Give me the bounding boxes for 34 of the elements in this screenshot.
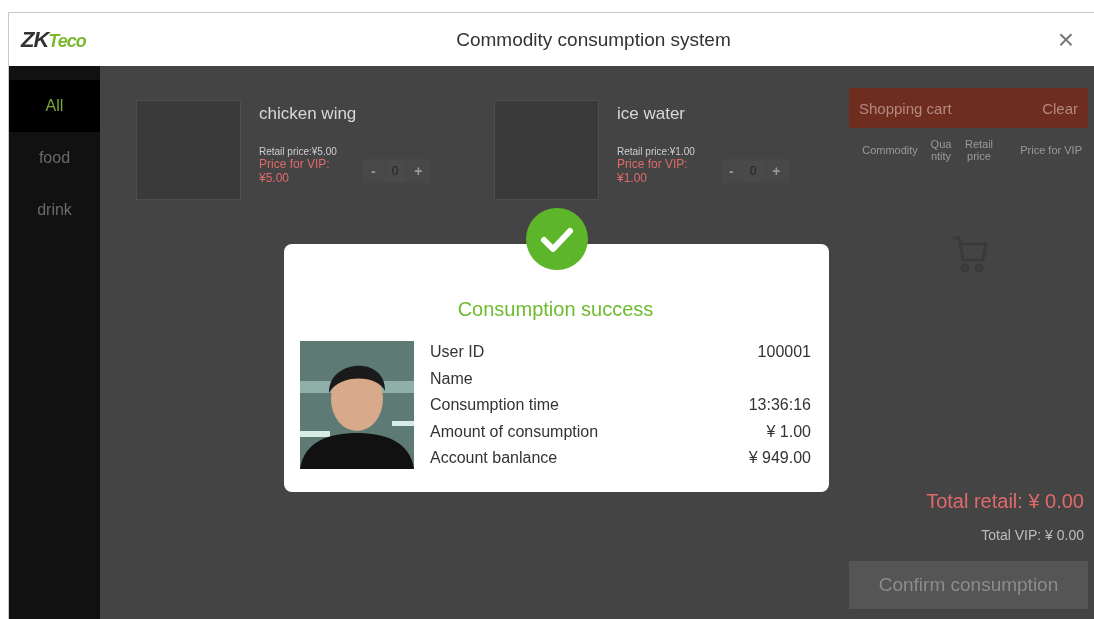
close-button[interactable]: × <box>1046 25 1086 54</box>
category-item[interactable]: drink <box>9 184 100 236</box>
column-header: Price for VIP <box>1019 144 1082 156</box>
vip-price: Price for VIP: ¥1.00 <box>617 157 689 185</box>
column-header: Retail price <box>963 138 995 162</box>
increment-button[interactable]: + <box>768 163 785 179</box>
column-header: Commodity <box>861 144 919 156</box>
cart-title: Shopping cart <box>859 99 952 117</box>
window-title: Commodity consumption system <box>455 28 732 51</box>
category-item[interactable]: All <box>9 80 100 132</box>
total-vip: Total VIP: ¥ 0.00 <box>980 527 1085 543</box>
field-label: Amount of consumption <box>430 422 599 441</box>
category-item[interactable]: food <box>9 132 100 184</box>
dialog-title: Consumption success <box>457 298 654 321</box>
decrement-button[interactable]: - <box>367 163 380 179</box>
increment-button[interactable]: + <box>410 163 427 179</box>
total-retail: Total retail: ¥ 0.00 <box>925 490 1085 513</box>
field-label: Consumption time <box>430 396 559 414</box>
field-label: Name <box>430 369 473 388</box>
clear-button[interactable]: Clear <box>1042 99 1078 117</box>
field-value: 100001 <box>757 343 811 361</box>
vip-price: Price for VIP: ¥5.00 <box>259 157 331 185</box>
retail-price: Retail price:¥5.00 <box>259 146 338 157</box>
logo: ZKTeco <box>21 26 87 53</box>
field-label: User ID <box>430 343 485 361</box>
field-value: 13:36:16 <box>748 396 811 414</box>
retail-price: Retail price:¥1.00 <box>617 146 696 157</box>
decrement-button[interactable]: - <box>725 163 738 179</box>
product-name: chicken wing <box>259 104 358 124</box>
field-value: ¥ 1.00 <box>766 422 811 441</box>
product-name: ice water <box>617 104 687 124</box>
field-value: ¥ 949.00 <box>748 449 811 467</box>
field-label: Account banlance <box>430 449 558 467</box>
column-header: Quantity <box>930 138 952 162</box>
